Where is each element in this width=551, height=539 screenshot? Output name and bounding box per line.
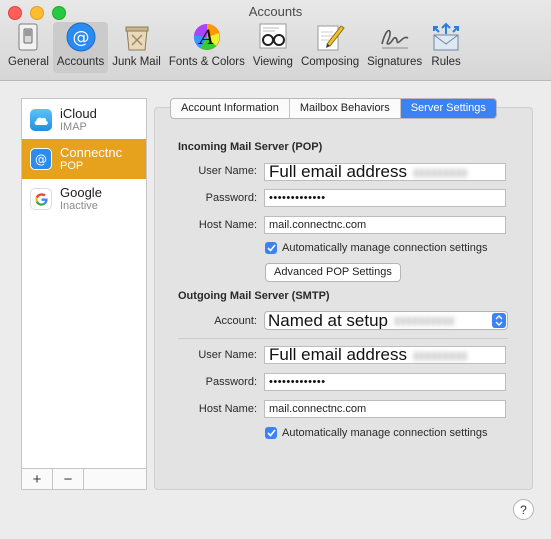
toolbar-viewing[interactable]: Viewing	[249, 22, 297, 73]
section-divider	[178, 338, 508, 339]
outgoing-password-label: Password:	[205, 376, 257, 388]
incoming-section-title: Incoming Mail Server (POP)	[178, 141, 323, 153]
redacted-text: ▮▮▮▮▮▮▮▮▮	[412, 166, 468, 179]
outgoing-host-name-field[interactable]: mail.connectnc.com	[264, 400, 506, 418]
outgoing-user-label: User Name:	[198, 349, 257, 361]
account-item-connectnc[interactable]: @ Connectnc POP	[22, 139, 146, 179]
title-bar: Accounts General @ Accounts Junk Mail A …	[0, 0, 551, 81]
toolbar-junk-mail-label: Junk Mail	[112, 56, 161, 68]
account-item-google[interactable]: Google Inactive	[22, 179, 146, 219]
toolbar-signatures[interactable]: Signatures	[363, 22, 426, 73]
account-type: IMAP	[60, 121, 87, 133]
google-g-icon	[30, 188, 52, 210]
svg-text:@: @	[72, 28, 89, 48]
outgoing-user-name-value: Full email address	[269, 346, 407, 364]
toolbar-rules[interactable]: Rules	[426, 22, 466, 73]
incoming-auto-manage-checkbox[interactable]: Automatically manage connection settings	[265, 242, 487, 254]
outgoing-account-select[interactable]: Named at setup ▮▮▮▮▮▮▮▮▮▮	[264, 311, 508, 330]
outgoing-section-title: Outgoing Mail Server (SMTP)	[178, 290, 330, 302]
tab-bar: Account Information Mailbox Behaviors Se…	[170, 98, 497, 119]
account-item-icloud[interactable]: iCloud IMAP	[22, 100, 146, 140]
toolbar-composing[interactable]: Composing	[297, 22, 363, 73]
accounts-list: iCloud IMAP @ Connectnc POP Google Inact…	[21, 98, 147, 490]
toolbar-accounts-label: Accounts	[56, 56, 105, 68]
toolbar-fonts-colors[interactable]: A Fonts & Colors	[165, 22, 249, 73]
incoming-host-name-field[interactable]: mail.connectnc.com	[264, 216, 506, 234]
remove-account-button[interactable]: −	[53, 469, 84, 489]
add-account-button[interactable]: +	[22, 469, 53, 489]
checkmark-icon	[265, 242, 277, 254]
toolbar-composing-label: Composing	[300, 56, 360, 68]
toolbar-junk-mail[interactable]: Junk Mail	[108, 22, 165, 73]
toolbar-fonts-colors-label: Fonts & Colors	[168, 56, 245, 68]
list-controls: + −	[22, 468, 146, 489]
toolbar-general-label: General	[8, 56, 49, 68]
incoming-password-label: Password:	[205, 192, 257, 204]
tab-server-settings[interactable]: Server Settings	[400, 99, 496, 118]
outgoing-password-field[interactable]: •••••••••••••	[264, 373, 506, 391]
color-wheel-icon: A	[191, 22, 223, 52]
signature-icon	[379, 22, 411, 52]
chevron-updown-icon	[492, 313, 506, 328]
glasses-icon	[257, 22, 289, 52]
svg-text:@: @	[35, 153, 47, 167]
account-name: iCloud	[60, 106, 97, 121]
window-title: Accounts	[248, 4, 303, 19]
incoming-user-name-value: Full email address	[269, 163, 407, 181]
envelope-arrows-icon	[430, 22, 462, 52]
incoming-auto-manage-label: Automatically manage connection settings	[282, 242, 488, 254]
trash-bin-icon	[121, 22, 153, 52]
account-type: POP	[60, 160, 84, 172]
at-sign-icon: @	[65, 22, 97, 52]
toolbar-signatures-label: Signatures	[367, 56, 423, 68]
help-button[interactable]: ?	[513, 499, 534, 520]
outgoing-auto-manage-checkbox[interactable]: Automatically manage connection settings	[265, 427, 487, 439]
advanced-pop-settings-button[interactable]: Advanced POP Settings	[265, 263, 401, 282]
account-type: Inactive	[60, 200, 98, 212]
incoming-user-name-field[interactable]: Full email address ▮▮▮▮▮▮▮▮▮	[264, 163, 506, 181]
incoming-user-label: User Name:	[198, 165, 257, 177]
account-name: Google	[60, 185, 102, 200]
at-sign-icon: @	[30, 148, 52, 170]
outgoing-auto-manage-label: Automatically manage connection settings	[282, 427, 488, 439]
account-name: Connectnc	[60, 145, 123, 160]
svg-text:A: A	[198, 25, 214, 49]
incoming-host-label: Host Name:	[198, 219, 257, 231]
incoming-password-field[interactable]: •••••••••••••	[264, 189, 506, 207]
toolbar-accounts[interactable]: @ Accounts	[52, 22, 109, 73]
toolbar-general[interactable]: General	[4, 22, 53, 73]
cloud-icon	[30, 109, 52, 131]
outgoing-account-value: Named at setup	[268, 311, 389, 330]
toolbar-rules-label: Rules	[431, 56, 461, 68]
outgoing-host-label: Host Name:	[198, 403, 257, 415]
checkmark-icon	[265, 427, 277, 439]
tab-mailbox-behaviors[interactable]: Mailbox Behaviors	[290, 99, 401, 118]
tab-account-information[interactable]: Account Information	[171, 99, 290, 118]
redacted-text: ▮▮▮▮▮▮▮▮▮	[412, 349, 468, 362]
redacted-text: ▮▮▮▮▮▮▮▮▮▮	[394, 315, 455, 327]
outgoing-account-label: Account:	[214, 315, 257, 327]
preferences-toolbar: General @ Accounts Junk Mail A Fonts & C…	[4, 22, 466, 76]
toolbar-viewing-label: Viewing	[252, 56, 293, 68]
general-switch-icon	[12, 22, 44, 52]
outgoing-user-name-field[interactable]: Full email address ▮▮▮▮▮▮▮▮▮	[264, 346, 506, 364]
pencil-icon	[314, 22, 346, 52]
